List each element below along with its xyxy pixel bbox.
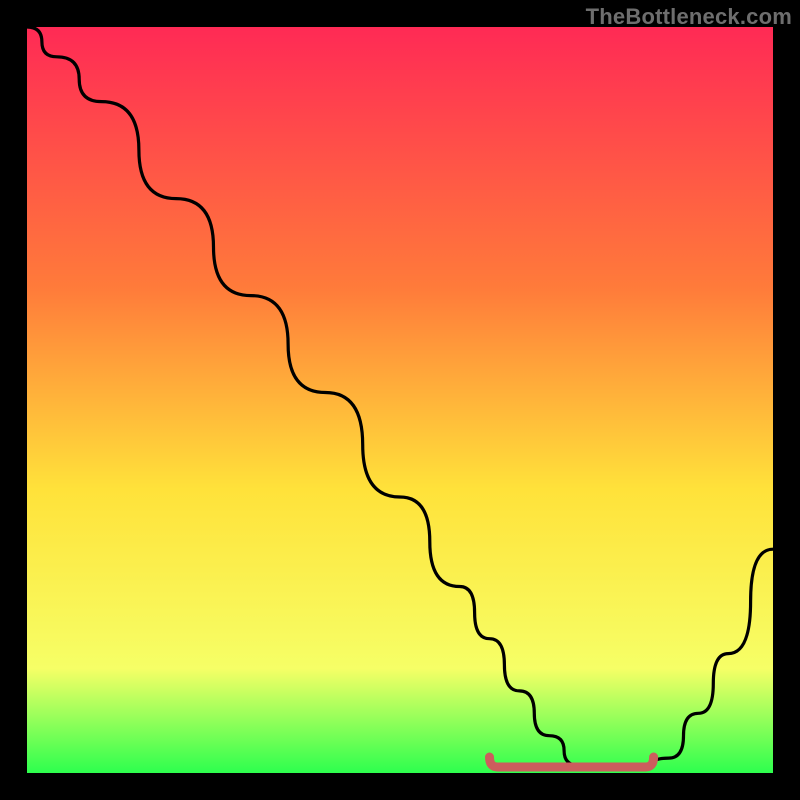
watermark-label: TheBottleneck.com [586,4,792,30]
chart-frame: TheBottleneck.com [0,0,800,800]
plot-area [27,27,773,773]
bottleneck-chart [27,27,773,773]
